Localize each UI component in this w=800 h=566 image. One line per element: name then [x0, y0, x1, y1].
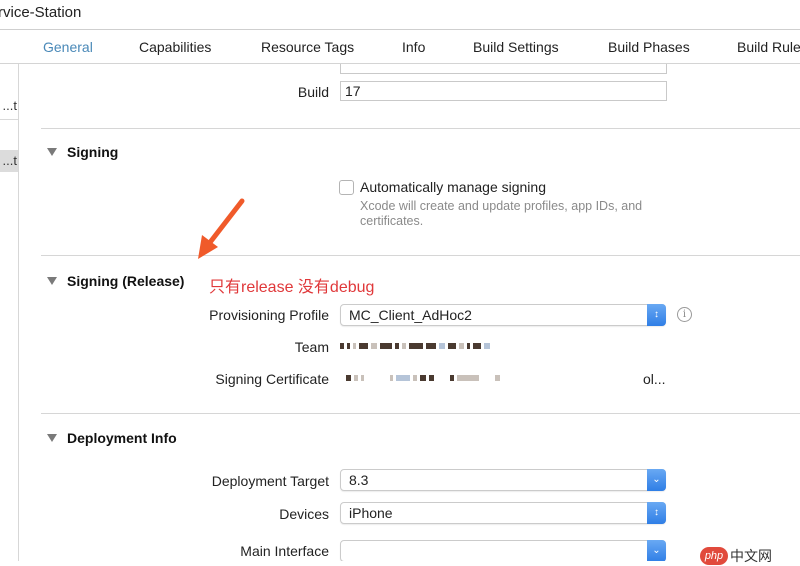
tab-general[interactable]: General [43, 39, 93, 55]
auto-manage-signing-hint: Xcode will create and update profiles, a… [360, 199, 643, 228]
window-titlebar: rvice-Station [0, 0, 800, 30]
watermark: php 中文网 [700, 546, 772, 566]
main-interface-label: Main Interface [240, 543, 329, 559]
deployment-info-section-title: Deployment Info [67, 430, 177, 446]
sidebar-item-label: t... [2, 98, 17, 113]
signing-release-section-title: Signing (Release) [67, 273, 185, 289]
main-interface-combo[interactable]: ⌄ [340, 540, 666, 561]
auto-manage-signing-checkbox[interactable] [339, 180, 354, 195]
team-value-redacted [340, 340, 490, 352]
provisioning-profile-popup[interactable]: MC_Client_AdHoc2 ↕ [340, 304, 666, 326]
deployment-target-value: 8.3 [349, 472, 369, 488]
disclosure-triangle-icon[interactable] [47, 434, 57, 442]
editor-tab-bar: General Capabilities Resource Tags Info … [0, 30, 800, 64]
arrow-shaft [205, 198, 245, 248]
chevron-down-icon[interactable]: ⌄ [647, 469, 666, 491]
deployment-target-combo[interactable]: 8.3 ⌄ [340, 469, 666, 491]
provisioning-profile-value: MC_Client_AdHoc2 [349, 307, 472, 323]
sidebar-item-label: t... [2, 153, 17, 168]
build-label: Build [297, 84, 329, 100]
disclosure-triangle-icon[interactable] [47, 148, 57, 156]
annotation-arrow-icon [198, 198, 245, 259]
tab-capabilities[interactable]: Capabilities [139, 39, 211, 55]
team-label: Team [294, 339, 329, 355]
devices-label: Devices [279, 506, 329, 522]
up-down-chevron-icon: ↕ [647, 304, 666, 326]
chevron-down-icon[interactable]: ⌄ [647, 540, 666, 561]
annotation-text: 只有release 没有debug [209, 279, 375, 296]
version-field[interactable] [340, 64, 667, 74]
signing-certificate-label: Signing Certificate [215, 371, 329, 387]
tab-build-settings[interactable]: Build Settings [473, 39, 559, 55]
up-down-chevron-icon: ↕ [647, 502, 666, 524]
watermark-logo: php [700, 547, 728, 565]
section-divider [41, 128, 800, 129]
section-divider [41, 255, 800, 256]
build-value: 17 [345, 83, 361, 99]
signing-release-section-header[interactable]: Signing (Release) [47, 273, 184, 289]
tab-build-rules[interactable]: Build Rule [737, 39, 800, 55]
info-icon[interactable]: i [677, 307, 692, 322]
tab-info[interactable]: Info [402, 39, 425, 55]
disclosure-triangle-icon[interactable] [47, 277, 57, 285]
signing-certificate-value-redacted [346, 372, 500, 384]
signing-certificate-suffix: ol... [643, 371, 666, 387]
section-divider [41, 413, 800, 414]
watermark-text: 中文网 [730, 548, 772, 564]
tab-build-phases[interactable]: Build Phases [608, 39, 690, 55]
provisioning-profile-label: Provisioning Profile [209, 307, 329, 323]
devices-popup[interactable]: iPhone ↕ [340, 502, 666, 524]
tab-resource-tags[interactable]: Resource Tags [261, 39, 354, 55]
auto-manage-signing-label: Automatically manage signing [360, 179, 546, 195]
sidebar-item-project[interactable]: t... [0, 95, 18, 117]
build-field[interactable]: 17 [340, 81, 667, 101]
sidebar-item-target[interactable]: t... [0, 150, 18, 172]
signing-section-header[interactable]: Signing [47, 144, 118, 160]
targets-sidebar: t... t... [0, 64, 19, 561]
window-title: rvice-Station [0, 4, 82, 21]
sidebar-divider [0, 119, 18, 120]
signing-section-title: Signing [67, 144, 119, 160]
general-settings-pane: Build 17 Signing Automatically manage si… [19, 64, 800, 561]
deployment-target-label: Deployment Target [211, 473, 329, 489]
devices-value: iPhone [349, 505, 393, 521]
deployment-info-section-header[interactable]: Deployment Info [47, 430, 177, 446]
